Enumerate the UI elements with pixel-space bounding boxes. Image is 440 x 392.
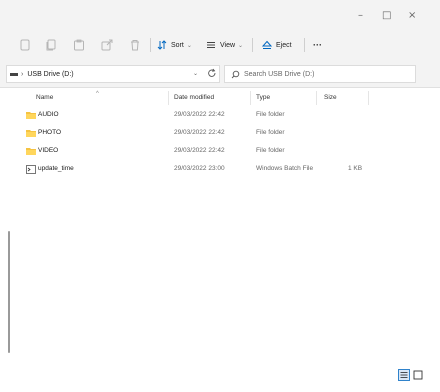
file-name: AUDIO xyxy=(38,111,59,118)
file-list-pane: Name ^ Date modified Type Size AUDIO 29/… xyxy=(0,89,440,365)
column-header-size[interactable]: Size xyxy=(324,94,337,101)
file-type: File folder xyxy=(256,129,285,136)
history-dropdown-icon[interactable]: ⌄ xyxy=(193,70,198,77)
view-icon xyxy=(207,42,215,48)
share-icon[interactable] xyxy=(100,38,114,52)
search-placeholder: Search USB Drive (D:) xyxy=(244,70,315,78)
maximize-button[interactable]: □ xyxy=(382,10,391,21)
file-name: update_time xyxy=(38,165,74,172)
view-button[interactable]: View ⌄ xyxy=(206,38,243,52)
delete-icon[interactable] xyxy=(128,38,142,52)
chevron-down-icon: ⌄ xyxy=(238,42,244,49)
column-header-date[interactable]: Date modified xyxy=(174,94,214,101)
search-input[interactable]: Search USB Drive (D:) xyxy=(224,65,416,83)
column-divider[interactable] xyxy=(250,91,251,105)
sort-button[interactable]: Sort ⌄ xyxy=(157,38,192,52)
refresh-icon[interactable] xyxy=(207,68,217,80)
more-options-button[interactable]: ··· xyxy=(313,38,322,52)
folder-icon xyxy=(26,112,36,119)
command-bar: Sort ⌄ View ⌄ Eject ··· xyxy=(0,30,440,60)
file-type: File folder xyxy=(256,147,285,154)
chevron-down-icon: ⌄ xyxy=(186,42,192,49)
toolbar-divider xyxy=(150,38,151,52)
column-divider[interactable] xyxy=(368,91,369,105)
file-date: 29/03/2022 22:42 xyxy=(174,129,225,136)
eject-button[interactable]: Eject xyxy=(262,38,292,52)
new-item-icon[interactable] xyxy=(18,38,32,52)
address-input[interactable]: › USB Drive (D:) ⌄ xyxy=(6,65,220,83)
file-date: 29/03/2022 22:42 xyxy=(174,111,225,118)
toolbar-divider xyxy=(252,38,253,52)
status-bar xyxy=(0,365,440,392)
copy-icon[interactable] xyxy=(44,38,58,52)
file-date: 29/03/2022 22:42 xyxy=(174,147,225,154)
close-button[interactable]: × xyxy=(408,10,416,21)
file-row[interactable]: VIDEO 29/03/2022 22:42 File folder xyxy=(20,144,420,158)
drive-icon xyxy=(10,72,18,76)
file-type: Windows Batch File xyxy=(256,165,314,172)
file-name: VIDEO xyxy=(38,147,59,154)
file-date: 29/03/2022 23:00 xyxy=(174,165,225,172)
file-row[interactable]: PHOTO 29/03/2022 22:42 File folder xyxy=(20,126,420,140)
file-row[interactable]: update_time 29/03/2022 23:00 Windows Bat… xyxy=(20,162,420,176)
breadcrumb-separator-icon: › xyxy=(21,70,24,78)
sort-ascending-icon: ^ xyxy=(96,91,99,97)
sort-icon xyxy=(157,40,167,50)
eject-label: Eject xyxy=(276,41,292,49)
view-label: View xyxy=(220,41,236,49)
address-bar: › USB Drive (D:) ⌄ Search USB Drive (D:) xyxy=(0,60,440,88)
folder-icon xyxy=(26,130,36,137)
folder-icon xyxy=(26,148,36,155)
title-bar: – □ × xyxy=(0,0,440,30)
paste-icon[interactable] xyxy=(72,38,86,52)
toolbar-divider xyxy=(304,38,305,52)
sort-label: Sort xyxy=(171,41,184,49)
file-type: File folder xyxy=(256,111,285,118)
navigation-scrollbar[interactable] xyxy=(8,231,10,353)
search-icon xyxy=(231,70,240,78)
column-divider[interactable] xyxy=(168,91,169,105)
column-header-name[interactable]: Name xyxy=(36,94,53,101)
file-name: PHOTO xyxy=(38,129,61,136)
batch-file-icon xyxy=(26,165,36,174)
file-size: 1 KB xyxy=(348,165,363,172)
file-row[interactable]: AUDIO 29/03/2022 22:42 File folder xyxy=(20,108,420,122)
eject-icon xyxy=(262,40,272,49)
large-icons-view-icon[interactable] xyxy=(412,369,424,381)
column-header-type[interactable]: Type xyxy=(256,94,270,101)
minimize-button[interactable]: – xyxy=(358,10,363,21)
details-view-icon[interactable] xyxy=(398,369,410,381)
breadcrumb-drive[interactable]: USB Drive (D:) xyxy=(27,71,73,78)
column-divider[interactable] xyxy=(316,91,317,105)
